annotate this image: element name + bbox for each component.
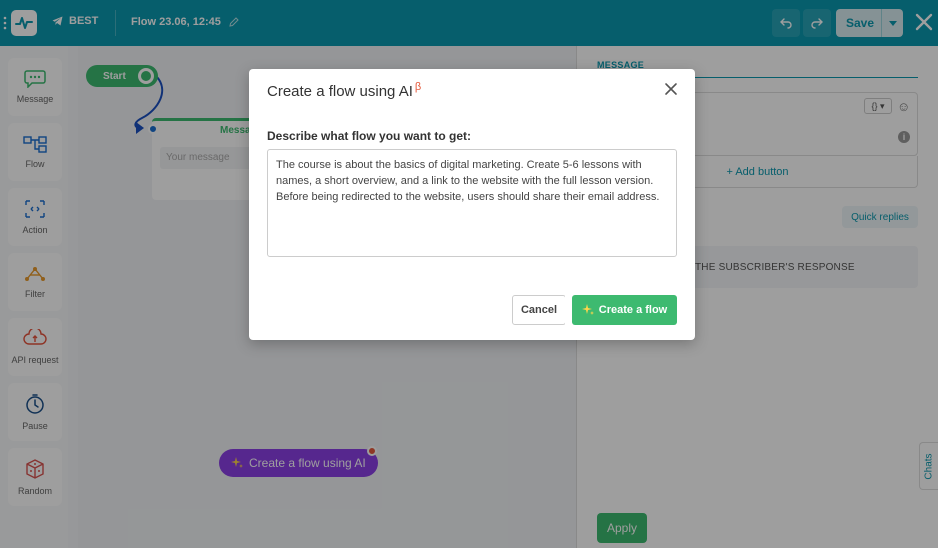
dialog-title: Create a flow using AI β — [267, 81, 421, 100]
prompt-label: Describe what flow you want to get: — [267, 129, 472, 143]
prompt-textarea[interactable]: The course is about the basics of digita… — [267, 149, 677, 257]
sparkle-icon — [581, 304, 594, 315]
beta-mark: β — [414, 81, 422, 93]
create-flow-label: Create a flow — [598, 304, 668, 316]
create-flow-button[interactable]: Create a flow — [572, 295, 677, 325]
close-icon[interactable] — [664, 82, 678, 96]
cancel-button[interactable]: Cancel — [512, 295, 566, 325]
dialog-title-text: Create a flow using AI — [267, 83, 413, 100]
cancel-label: Cancel — [520, 304, 558, 316]
